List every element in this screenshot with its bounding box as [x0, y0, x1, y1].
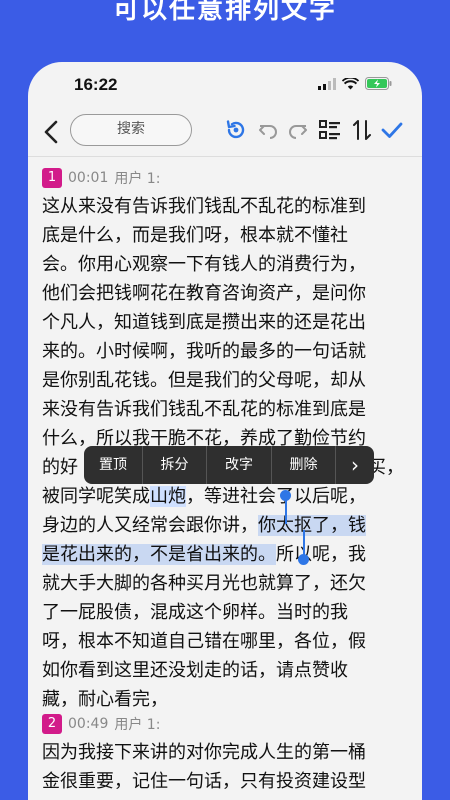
back-arrow-icon[interactable] — [38, 118, 66, 146]
selection-end-caret — [303, 530, 305, 556]
text-line: 藏，耐心看完， — [42, 689, 168, 710]
text-line: 是花出来的，不是省出来的。所以呢，我 — [42, 544, 366, 565]
segment-header: 1 00:01 用户 1: — [42, 168, 160, 188]
text-line: 金很重要，记住一句话，只有投资建设型 — [42, 771, 366, 792]
text-line: 他们会把钱啊花在教育咨询资产，是问你 — [42, 283, 366, 304]
text-line: 身边的人又经常会跟你讲，你太抠了，钱 — [42, 515, 366, 536]
redo-icon[interactable] — [286, 118, 310, 142]
menu-item-edit-text[interactable]: 改字 — [207, 446, 271, 484]
restore-icon[interactable] — [224, 118, 248, 142]
text-line: 底是什么，而是我们呀，根本就不懂社 — [42, 225, 348, 246]
wifi-icon — [342, 77, 359, 89]
segment-timestamp: 00:49 — [68, 716, 109, 732]
text-line: 了一屁股债，混成这个卵样。当时的我 — [42, 602, 348, 623]
toolbar-divider — [28, 156, 422, 157]
selection-context-menu: 置顶 拆分 改字 删除 › — [84, 446, 374, 484]
segment-speaker[interactable]: 用户 1: — [114, 168, 160, 188]
status-bar: 16:22 — [28, 62, 422, 108]
text-line: 来没有告诉我们钱乱不乱花的标准到底是 — [42, 399, 366, 420]
text-line: 是你别乱花钱。但是我们的父母呢，却从 — [42, 370, 366, 391]
search-input[interactable]: 搜索 — [70, 114, 192, 146]
status-icons — [318, 77, 392, 90]
text-line: 个凡人，知道钱到底是攒出来的还是花出 — [42, 312, 366, 333]
phone-screen: 16:22 搜索 1 00:01 用户 1: 这从来没有告诉我们钱乱不乱花的标准… — [28, 62, 422, 800]
reorder-icon[interactable] — [350, 118, 374, 142]
text-line: 就大手大脚的各种买月光也就算了，还欠 — [42, 573, 366, 594]
transcript-content: 1 00:01 用户 1: 这从来没有告诉我们钱乱不乱花的标准到 底是什么，而是… — [28, 158, 422, 800]
confirm-check-icon[interactable] — [380, 118, 404, 142]
segment-index-badge: 1 — [42, 168, 62, 188]
segment-speaker[interactable]: 用户 1: — [114, 714, 160, 734]
selected-text: 是花出来的，不是省出来的。 — [42, 544, 276, 565]
search-match-highlight: 山炮 — [150, 486, 186, 507]
text-line: 会。你用心观察一下有钱人的消费行为， — [42, 254, 366, 275]
segment-index-badge: 2 — [42, 714, 62, 734]
battery-charging-icon — [365, 77, 392, 90]
undo-icon[interactable] — [256, 118, 280, 142]
status-time: 16:22 — [74, 75, 118, 94]
selected-text: 你太抠了，钱 — [258, 515, 366, 536]
selection-start-caret — [285, 498, 287, 524]
text-line: 这从来没有告诉我们钱乱不乱花的标准到 — [42, 196, 366, 217]
menu-more-chevron-icon[interactable]: › — [336, 446, 374, 484]
editor-toolbar: 搜索 — [28, 108, 422, 156]
selection-end-handle[interactable] — [298, 554, 309, 565]
segment-text[interactable]: 因为我接下来讲的对你完成人生的第一桶 金很重要，记住一句话，只有投资建设型 — [42, 738, 414, 796]
text-line: 被同学呢笑成山炮，等进社会了以后呢， — [42, 486, 366, 507]
text-line: 如你看到这里还没划走的话，请点赞收 — [42, 660, 348, 681]
promo-banner-title: 可以任意排列文字 — [112, 0, 337, 25]
list-format-icon[interactable] — [318, 118, 342, 142]
menu-item-split[interactable]: 拆分 — [143, 446, 206, 484]
text-line: 因为我接下来讲的对你完成人生的第一桶 — [42, 742, 366, 763]
menu-item-delete[interactable]: 删除 — [272, 446, 335, 484]
segment-header: 2 00:49 用户 1: — [42, 714, 160, 734]
segment-timestamp: 00:01 — [68, 170, 109, 186]
text-line: 呀，根本不知道自己错在哪里，各位，假 — [42, 631, 366, 652]
signal-icon — [318, 77, 336, 90]
menu-item-pin-top[interactable]: 置顶 — [84, 446, 142, 484]
text-line: 来的。小时候啊，我听的最多的一句话就 — [42, 341, 366, 362]
